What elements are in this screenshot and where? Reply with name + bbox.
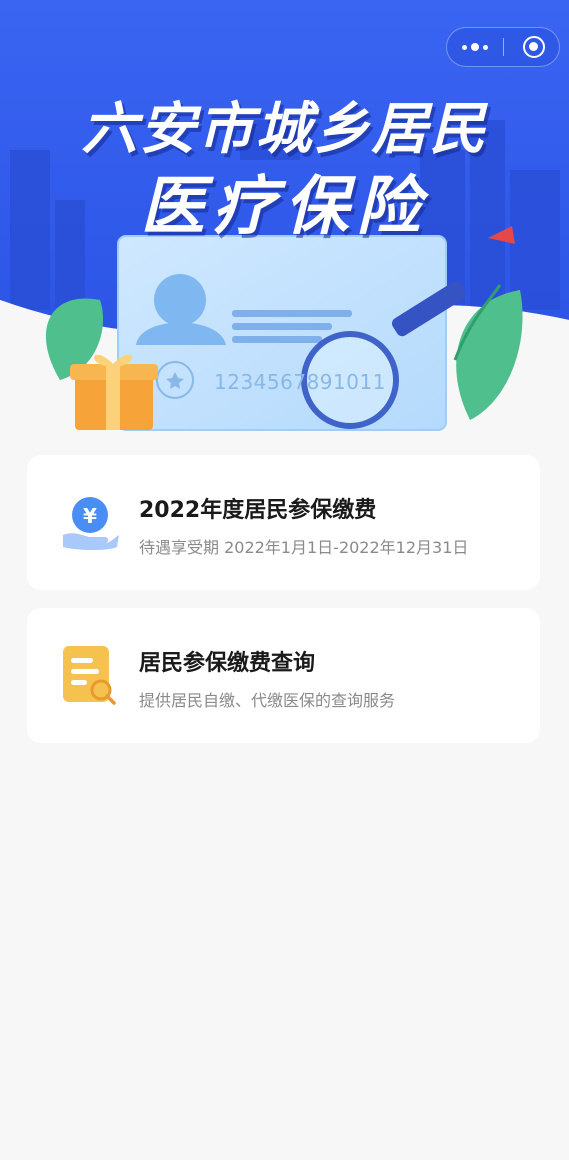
menu-item-title: 居民参保缴费查询 <box>139 651 316 676</box>
id-card-illustration <box>117 235 447 431</box>
miniprogram-capsule <box>446 27 560 67</box>
target-close-icon[interactable] <box>523 36 545 58</box>
hero-banner: 六安市城乡居民 医疗保险 1234567891011 <box>0 0 569 450</box>
banner-title-line1: 六安市城乡居民 <box>81 97 488 162</box>
menu-item-payment[interactable]: ¥ 2022年度居民参保缴费 待遇享受期 2022年1月1日-2022年12月3… <box>27 455 540 590</box>
more-dots-icon[interactable] <box>447 28 503 66</box>
banner-title-line2: 医疗保险 <box>140 170 429 244</box>
gift-box-illustration <box>70 354 158 430</box>
yuan-hand-icon: ¥ <box>63 497 119 550</box>
menu-item-subtitle: 待遇享受期 2022年1月1日-2022年12月31日 <box>139 538 469 557</box>
card-number: 1234567891011 <box>214 370 386 394</box>
svg-text:¥: ¥ <box>83 504 97 528</box>
document-search-icon <box>63 646 116 705</box>
menu-item-subtitle: 提供居民自缴、代缴医保的查询服务 <box>139 691 396 710</box>
menu-item-query[interactable]: 居民参保缴费查询 提供居民自缴、代缴医保的查询服务 <box>27 608 540 743</box>
menu-item-title: 2022年度居民参保缴费 <box>139 498 377 523</box>
capsule-divider <box>503 38 504 56</box>
